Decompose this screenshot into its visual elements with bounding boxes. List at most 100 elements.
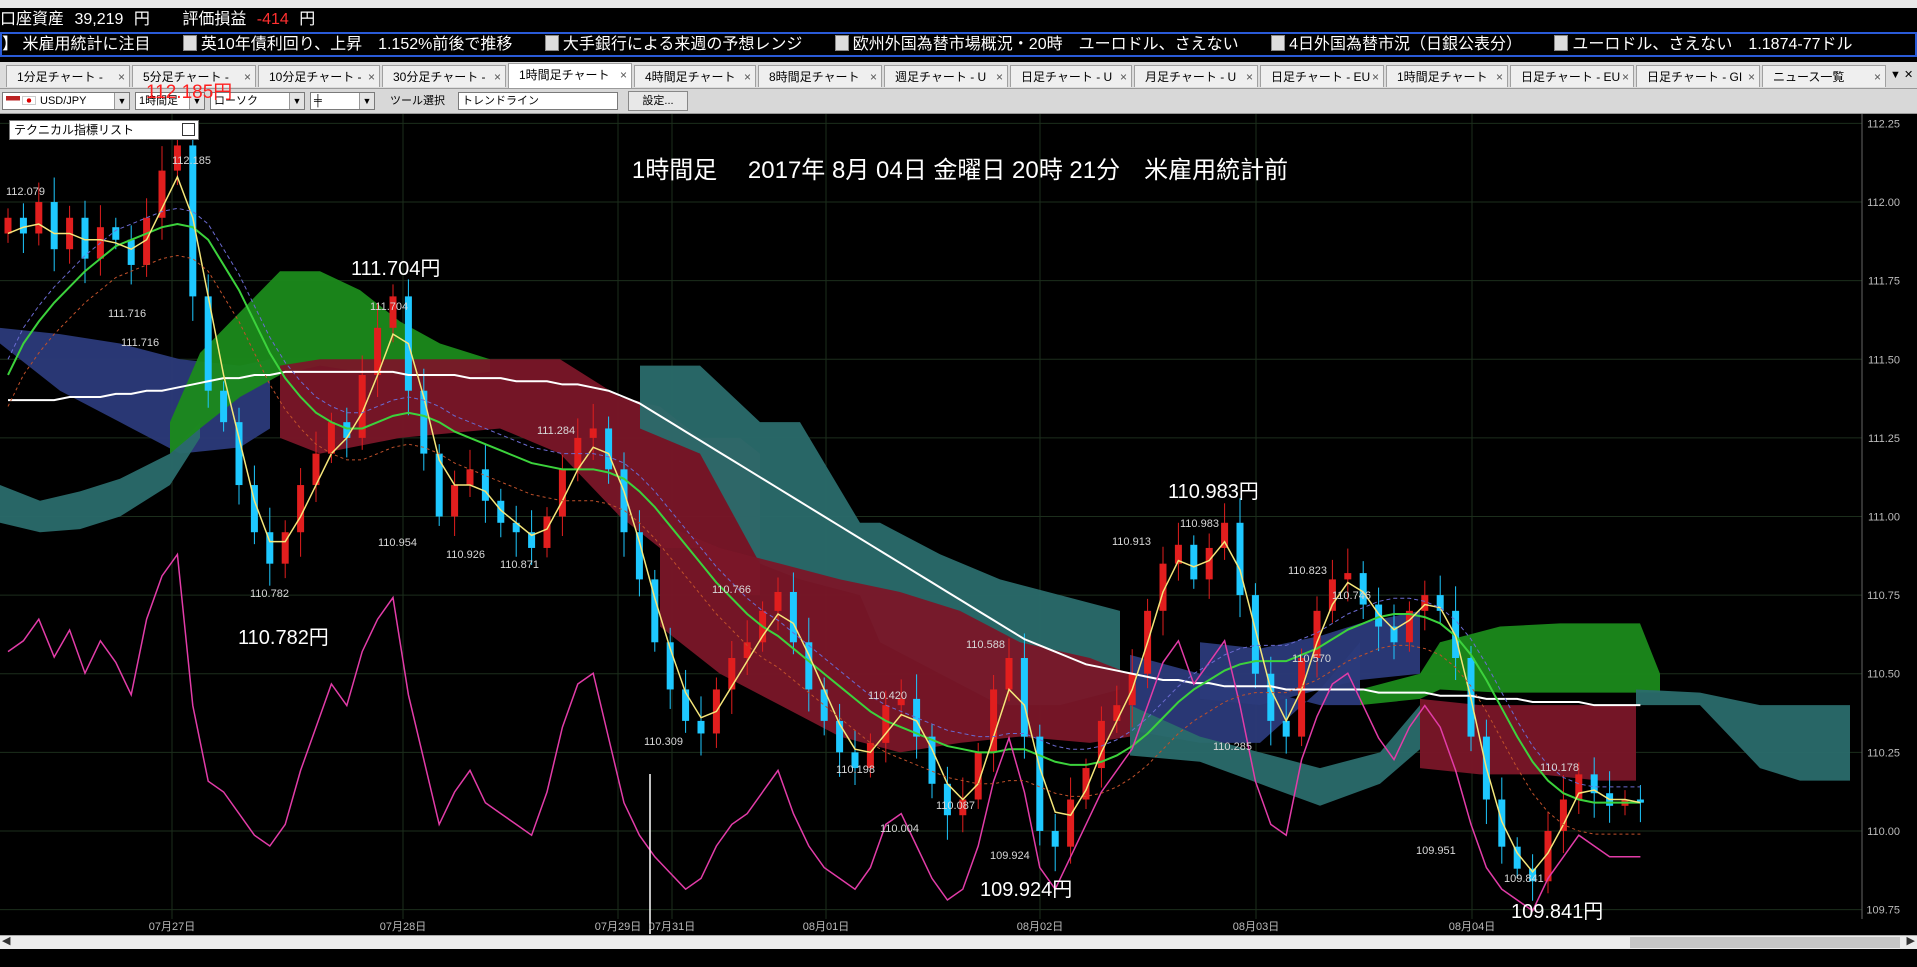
price-label: 110.178 <box>1540 762 1579 774</box>
candle-body <box>558 469 566 517</box>
price-chart[interactable]: 112.25 112.00 111.75 111.50 111.25 111.00 110.… <box>0 114 1917 934</box>
tool-select[interactable]: トレンドライン <box>458 92 618 110</box>
document-icon <box>1554 35 1569 51</box>
tab-1hour-2[interactable]: 1時間足チャート × <box>1386 65 1508 87</box>
pl-value: -414 <box>256 11 289 28</box>
ticker-item[interactable]: 4日外国為替市況（日銀公表分） <box>1271 34 1522 55</box>
x-tick-label: 07月29日 <box>595 921 641 933</box>
close-icon[interactable]: × <box>1120 66 1127 87</box>
x-tick-label: 07月31日 <box>649 921 695 933</box>
ticker-item[interactable]: ユーロドル、さえない 1.1874-77ドル <box>1554 34 1853 55</box>
tab-10min[interactable]: 10分足チャート - × <box>258 65 380 87</box>
candle-body <box>1067 799 1075 847</box>
close-icon[interactable]: × <box>118 66 125 87</box>
cloud-band <box>1420 698 1636 781</box>
close-icon[interactable]: × <box>1372 66 1379 87</box>
close-icon[interactable]: × <box>244 66 251 87</box>
candle-style-select[interactable]: ╪ ▼ <box>310 92 375 110</box>
scroll-left-icon[interactable]: ◀ <box>2 934 10 947</box>
tool-label: ツール選択 <box>390 95 445 107</box>
candle-body <box>1020 658 1028 737</box>
close-icon[interactable]: × <box>1246 66 1253 87</box>
scroll-right-icon[interactable]: ▶ <box>1907 934 1915 947</box>
tab-menu-icon[interactable]: ▼ ✕ <box>1890 68 1913 81</box>
account-bar: 口座資産 39,219 円 評価損益 -414 円 <box>0 8 1917 32</box>
ticker-item[interactable]: 欧州外国為替市場概況・20時 ユーロドル、さえない <box>834 34 1239 55</box>
price-label: 110.746 <box>1332 590 1371 602</box>
status-bar <box>0 949 1917 967</box>
candle-body <box>1298 658 1306 737</box>
tab-news[interactable]: ニュース一覧 × <box>1762 65 1886 87</box>
candle-body <box>589 428 597 438</box>
candle-body <box>743 642 751 659</box>
close-icon[interactable]: × <box>368 66 375 87</box>
candle-body <box>1190 544 1198 580</box>
candle-body <box>19 217 27 234</box>
tab-daily-usd[interactable]: 日足チャート - U × <box>1010 65 1132 87</box>
price-label: 109.924 <box>990 850 1030 862</box>
tab-30min[interactable]: 30分足チャート - × <box>382 65 506 87</box>
close-icon[interactable]: × <box>744 66 751 87</box>
x-tick-label: 08月01日 <box>803 921 849 933</box>
price-callout: 109.841円 <box>1511 901 1603 923</box>
close-icon[interactable]: × <box>494 66 501 87</box>
price-label: 112.185 <box>172 155 211 167</box>
candle-body <box>1344 573 1352 580</box>
close-icon[interactable]: × <box>1496 66 1503 87</box>
chevron-down-icon[interactable]: ▼ <box>114 93 129 109</box>
price-callout: 109.924円 <box>980 879 1072 901</box>
candle-body <box>50 202 58 250</box>
news-ticker[interactable]: 】 米雇用統計に注目 英10年債利回り、上昇 1.152%前後で推移 大手銀行に… <box>0 32 1917 57</box>
tab-monthly[interactable]: 月足チャート - U × <box>1134 65 1258 87</box>
ticker-item[interactable]: 英10年債利回り、上昇 1.152%前後で推移 <box>182 34 512 55</box>
candle-body <box>35 202 43 234</box>
candle-body <box>697 720 705 734</box>
flag-icon <box>6 96 20 105</box>
candle-body <box>728 658 736 690</box>
close-icon[interactable]: × <box>1874 66 1881 87</box>
x-tick-label: 08月02日 <box>1017 921 1063 933</box>
close-icon[interactable]: × <box>996 66 1003 87</box>
tab-weekly[interactable]: 週足チャート - U × <box>884 65 1008 87</box>
candle-body <box>451 485 459 517</box>
scroll-thumb[interactable] <box>1630 937 1900 948</box>
settings-button[interactable]: 設定... <box>628 91 688 111</box>
candle-body <box>1051 830 1059 847</box>
candle-body <box>343 422 351 438</box>
close-icon[interactable]: × <box>620 64 627 86</box>
tab-1hour[interactable]: 1時間足チャート × <box>508 63 632 88</box>
close-icon[interactable]: × <box>1748 66 1755 87</box>
y-tick-label: 111.50 <box>1868 354 1900 366</box>
ticker-item[interactable]: 】 米雇用統計に注目 <box>2 34 150 55</box>
close-icon[interactable]: × <box>870 66 877 87</box>
y-tick-label: 112.00 <box>1867 197 1900 209</box>
indicator-list-dropdown[interactable]: テクニカル指標リスト <box>9 120 199 140</box>
price-label: 110.309 <box>644 736 683 748</box>
price-label: 110.588 <box>966 639 1005 651</box>
chevron-down-icon[interactable]: ▼ <box>359 93 374 109</box>
tab-daily-gbp[interactable]: 日足チャート - GI × <box>1636 65 1760 87</box>
candle-body <box>1113 705 1121 721</box>
y-tick-label: 111.25 <box>1868 433 1900 445</box>
tab-8hour[interactable]: 8時間足チャート × <box>758 65 882 87</box>
tab-1min[interactable]: 1分足チャート - × <box>6 65 130 87</box>
pl-label: 評価損益 <box>182 11 247 28</box>
close-icon[interactable]: × <box>1622 66 1629 87</box>
price-label: 110.420 <box>868 690 907 702</box>
y-tick-label: 110.25 <box>1867 747 1900 759</box>
document-icon <box>182 35 197 51</box>
tab-4hour[interactable]: 4時間足チャート × <box>634 65 756 87</box>
price-label: 110.926 <box>446 549 485 561</box>
y-tick-label: 111.75 <box>1868 276 1900 288</box>
tab-daily-eur-2[interactable]: 日足チャート - EU × <box>1510 65 1634 87</box>
price-callout: 111.704円 <box>351 258 440 280</box>
candle-body <box>774 591 782 611</box>
expand-icon[interactable] <box>182 123 195 136</box>
price-label: 110.285 <box>1213 741 1252 753</box>
ticker-item[interactable]: 大手銀行による来週の予想レンジ <box>544 34 802 55</box>
horizontal-scrollbar[interactable]: ◀ ▶ <box>0 935 1917 950</box>
tab-daily-eur[interactable]: 日足チャート - EU × <box>1260 65 1384 87</box>
cloud-band <box>1636 689 1850 781</box>
currency-pair-select[interactable]: USD/JPY ▼ <box>2 92 130 110</box>
chevron-down-icon[interactable]: ▼ <box>289 93 304 109</box>
